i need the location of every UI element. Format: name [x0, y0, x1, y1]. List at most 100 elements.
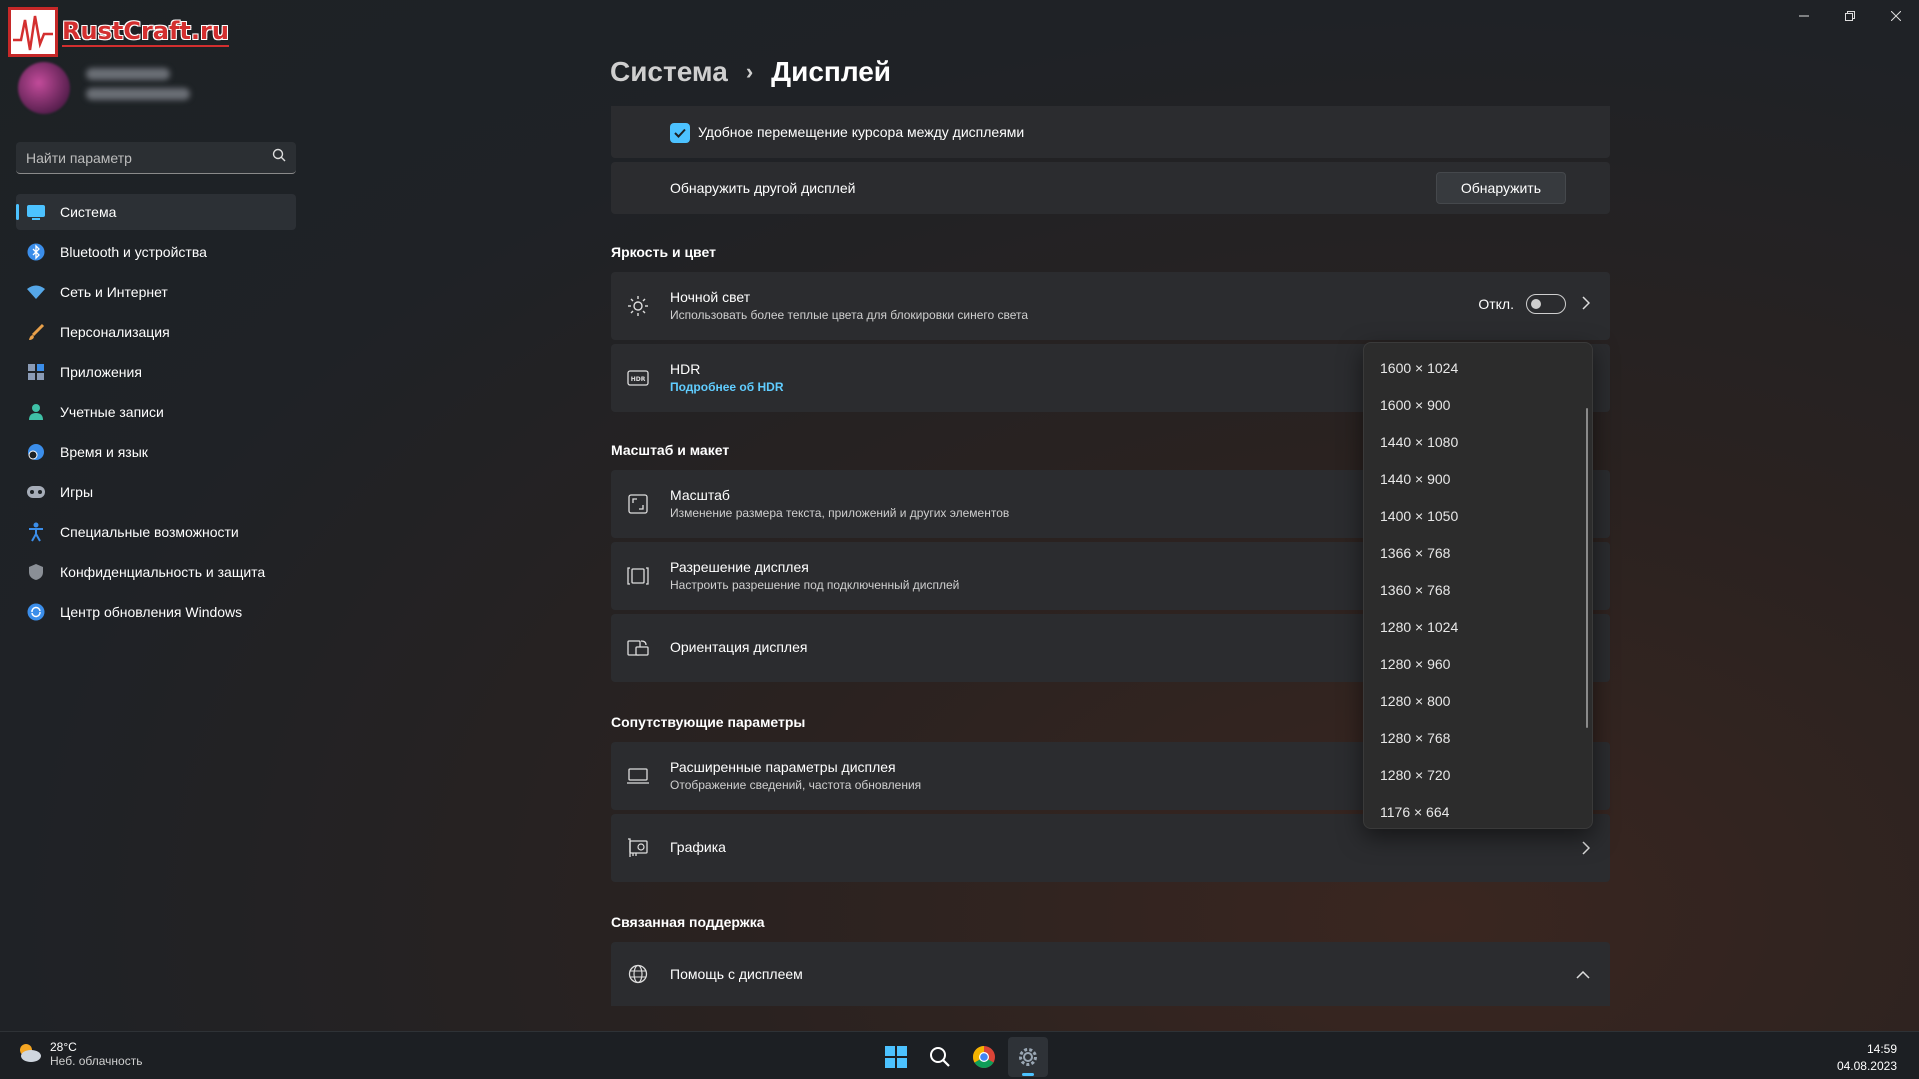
- taskbar-apps: [876, 1037, 1048, 1077]
- resolution-option[interactable]: 1366 × 768: [1364, 534, 1592, 571]
- advanced-display-subtitle: Отображение сведений, частота обновления: [670, 778, 922, 792]
- resolution-option[interactable]: 1176 × 664: [1364, 793, 1592, 828]
- gamepad-icon: [26, 482, 46, 502]
- resolution-option[interactable]: 1440 × 1080: [1364, 423, 1592, 460]
- wifi-icon: [26, 282, 46, 302]
- search-box[interactable]: [16, 142, 296, 174]
- apps-icon: [26, 362, 46, 382]
- system-icon: [26, 202, 46, 222]
- weather-widget[interactable]: 28°C Неб. облачность: [16, 1040, 142, 1068]
- brush-icon: [26, 322, 46, 342]
- cloudy-sun-icon: [16, 1041, 42, 1068]
- orientation-icon: [627, 637, 649, 659]
- breadcrumb-chevron-icon: ›: [745, 59, 754, 84]
- scale-icon: [627, 493, 649, 515]
- sidebar-item-windows-update[interactable]: Центр обновления Windows: [16, 594, 296, 630]
- heartbeat-logo-icon: [8, 7, 58, 57]
- resolution-option[interactable]: 1280 × 960: [1364, 645, 1592, 682]
- page-title: Система › Дисплей: [610, 56, 891, 88]
- sidebar-item-accounts[interactable]: Учетные записи: [16, 394, 296, 430]
- sidebar-item-label: Персонализация: [60, 324, 170, 340]
- section-brightness: Яркость и цвет: [611, 244, 716, 260]
- scale-subtitle: Изменение размера текста, приложений и д…: [670, 506, 1010, 520]
- sidebar-item-network[interactable]: Сеть и Интернет: [16, 274, 296, 310]
- sun-icon: [627, 295, 649, 317]
- display-help-row[interactable]: Помощь с дисплеем: [611, 942, 1610, 1006]
- sidebar-item-bluetooth[interactable]: Bluetooth и устройства: [16, 234, 296, 270]
- sidebar-item-gaming[interactable]: Игры: [16, 474, 296, 510]
- advanced-display-title: Расширенные параметры дисплея: [670, 759, 896, 775]
- sidebar-item-label: Система: [60, 204, 117, 220]
- resolution-option[interactable]: 1280 × 720: [1364, 756, 1592, 793]
- monitor-icon: [627, 765, 649, 787]
- scale-title: Масштаб: [670, 487, 730, 503]
- user-info-blurred: [86, 68, 190, 108]
- resolution-options: 1600 × 1024 1600 × 900 1440 × 1080 1440 × 9…: [1364, 349, 1592, 828]
- hdr-learn-more-link[interactable]: Подробнее об HDR: [670, 380, 784, 394]
- resolution-option[interactable]: 1360 × 768: [1364, 571, 1592, 608]
- resolution-dropdown[interactable]: 1600 × 1024 1600 × 900 1440 × 1080 1440 × 9…: [1363, 342, 1593, 829]
- close-button[interactable]: [1873, 0, 1919, 32]
- minimize-button[interactable]: [1781, 0, 1827, 32]
- resolution-option[interactable]: 1280 × 1024: [1364, 608, 1592, 645]
- resolution-option[interactable]: 1400 × 1050: [1364, 497, 1592, 534]
- avatar[interactable]: [18, 62, 70, 114]
- maximize-button[interactable]: [1827, 0, 1873, 32]
- sidebar-item-system[interactable]: Система: [16, 194, 296, 230]
- clock-date: 04.08.2023: [1836, 1059, 1897, 1073]
- settings-gear-icon[interactable]: [1008, 1037, 1048, 1077]
- detect-display-label: Обнаружить другой дисплей: [670, 180, 856, 196]
- dropdown-scrollbar[interactable]: [1586, 408, 1588, 728]
- display-help-title: Помощь с дисплеем: [670, 966, 803, 982]
- watermark-logo: RustCraft.ru: [8, 7, 229, 57]
- cursor-move-checkbox[interactable]: [670, 123, 690, 143]
- watermark-text: RustCraft.ru: [62, 17, 229, 47]
- night-light-row[interactable]: Ночной свет Использовать более теплые цв…: [611, 272, 1610, 340]
- breadcrumb-system[interactable]: Система: [610, 56, 728, 88]
- sidebar-item-label: Учетные записи: [60, 404, 164, 420]
- hdr-icon: HDR: [627, 367, 649, 389]
- globe-clock-icon: [26, 442, 46, 462]
- night-light-toggle[interactable]: [1526, 294, 1566, 314]
- resolution-option[interactable]: 1440 × 900: [1364, 460, 1592, 497]
- search-input[interactable]: [26, 149, 272, 166]
- sidebar-item-label: Bluetooth и устройства: [60, 244, 207, 260]
- section-support: Связанная поддержка: [611, 914, 765, 930]
- weather-desc: Неб. облачность: [50, 1054, 143, 1068]
- sidebar-item-time-language[interactable]: Время и язык: [16, 434, 296, 470]
- svg-text:HDR: HDR: [631, 376, 646, 383]
- chevron-up-icon[interactable]: [1576, 966, 1590, 984]
- orientation-title: Ориентация дисплея: [670, 639, 808, 655]
- night-light-subtitle: Использовать более теплые цвета для блок…: [670, 308, 1029, 322]
- shield-icon: [26, 562, 46, 582]
- resolution-option[interactable]: 1600 × 900: [1364, 386, 1592, 423]
- sidebar-item-label: Конфиденциальность и защита: [60, 564, 266, 580]
- window-controls: [1781, 0, 1919, 32]
- cursor-move-row: Удобное перемещение курсора между диспле…: [611, 106, 1610, 158]
- resolution-title: Разрешение дисплея: [670, 559, 809, 575]
- resolution-option[interactable]: 1280 × 768: [1364, 719, 1592, 756]
- taskbar-clock[interactable]: 14:59 04.08.2023: [1837, 1041, 1897, 1075]
- sidebar-item-label: Приложения: [60, 364, 142, 380]
- sidebar-item-accessibility[interactable]: Специальные возможности: [16, 514, 296, 550]
- sidebar-item-personalization[interactable]: Персонализация: [16, 314, 296, 350]
- accessibility-icon: [26, 522, 46, 542]
- sidebar-nav: Система Bluetooth и устройства Сеть и Ин…: [16, 194, 296, 634]
- detect-display-row: Обнаружить другой дисплей Обнаружить: [611, 162, 1610, 214]
- start-windows-icon[interactable]: [876, 1037, 916, 1077]
- detect-button[interactable]: Обнаружить: [1435, 172, 1566, 204]
- chrome-icon[interactable]: [964, 1037, 1004, 1077]
- resolution-option[interactable]: 1280 × 800: [1364, 682, 1592, 719]
- night-light-state: Откл.: [1478, 296, 1514, 312]
- sidebar-item-privacy[interactable]: Конфиденциальность и защита: [16, 554, 296, 590]
- night-light-title: Ночной свет: [670, 289, 751, 305]
- taskbar-search-icon[interactable]: [920, 1037, 960, 1077]
- search-icon[interactable]: [272, 148, 286, 167]
- resolution-option[interactable]: 1600 × 1024: [1364, 349, 1592, 386]
- resolution-subtitle: Настроить разрешение под подключенный ди…: [670, 578, 960, 592]
- sidebar-item-apps[interactable]: Приложения: [16, 354, 296, 390]
- bluetooth-icon: [26, 242, 46, 262]
- graphics-card-icon: [627, 837, 649, 859]
- sidebar-item-label: Игры: [60, 484, 94, 500]
- breadcrumb-current: Дисплей: [771, 56, 892, 87]
